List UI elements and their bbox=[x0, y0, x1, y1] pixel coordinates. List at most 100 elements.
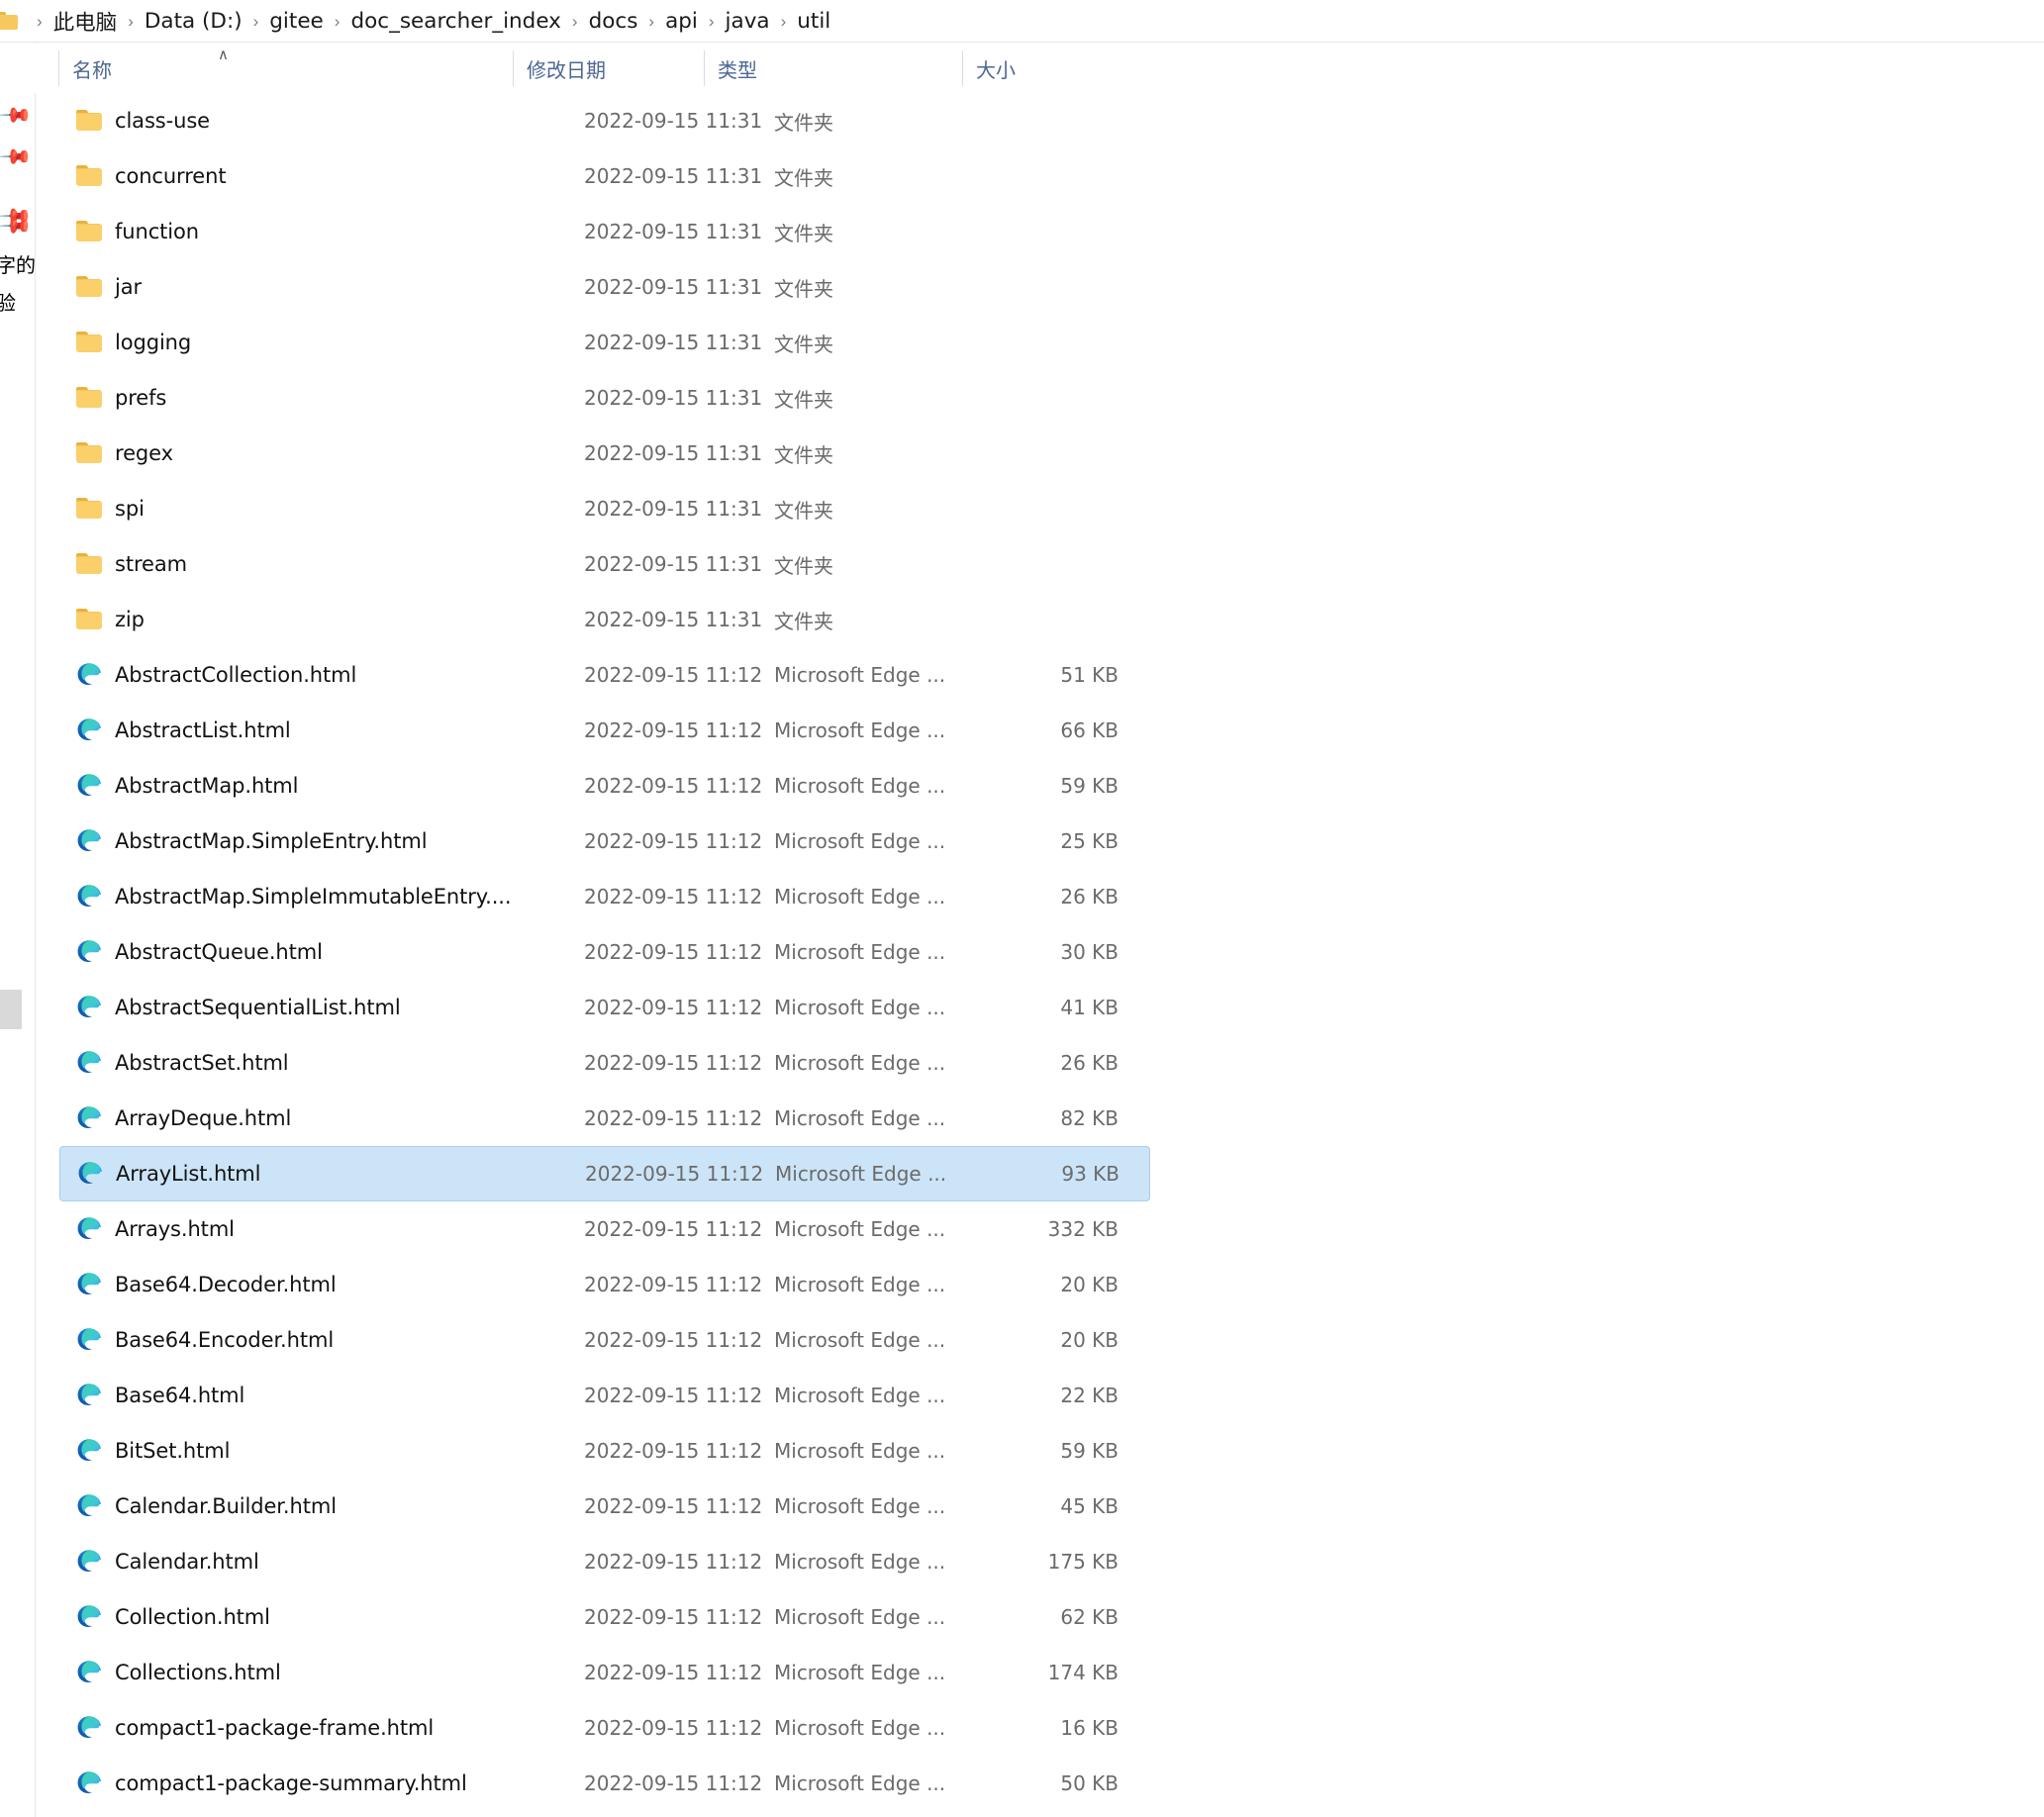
table-row[interactable]: regex 2022-09-15 11:31 文件夹 bbox=[59, 426, 1150, 481]
file-type-cell: Microsoft Edge ... bbox=[774, 663, 946, 687]
file-size-cell: 30 KB bbox=[1060, 940, 1119, 964]
breadcrumb-item-7[interactable]: util bbox=[795, 7, 832, 36]
breadcrumb-item-0[interactable]: 此电脑 bbox=[51, 4, 120, 39]
table-row[interactable]: Calendar.html 2022-09-15 11:12 Microsoft E… bbox=[59, 1534, 1150, 1589]
file-name-label: Base64.Decoder.html bbox=[115, 1273, 337, 1296]
column-header-name[interactable]: 名称 bbox=[58, 44, 513, 93]
file-size-cell: 59 KB bbox=[1060, 774, 1119, 798]
table-row[interactable]: function 2022-09-15 11:31 文件夹 bbox=[59, 204, 1150, 259]
file-name-cell: function bbox=[75, 218, 531, 245]
table-row[interactable]: AbstractSequentialList.html 2022-09-15 11… bbox=[59, 980, 1150, 1035]
file-date-cell: 2022-09-15 11:31 bbox=[584, 608, 763, 631]
folder-icon bbox=[75, 329, 103, 356]
breadcrumb-separator-icon: › bbox=[648, 11, 655, 31]
table-row[interactable]: spi 2022-09-15 11:31 文件夹 bbox=[59, 481, 1150, 536]
file-type-cell: Microsoft Edge ... bbox=[775, 1162, 947, 1186]
file-type-cell: 文件夹 bbox=[774, 387, 833, 412]
table-row[interactable]: AbstractCollection.html 2022-09-15 11:12 M… bbox=[59, 647, 1150, 703]
table-row[interactable]: jar 2022-09-15 11:31 文件夹 bbox=[59, 259, 1150, 315]
file-type-cell: 文件夹 bbox=[774, 332, 833, 356]
file-name-label: AbstractMap.SimpleEntry.html bbox=[115, 829, 428, 853]
breadcrumb-item-2[interactable]: gitee bbox=[267, 7, 326, 36]
file-date-cell: 2022-09-15 11:12 bbox=[584, 1605, 763, 1629]
edge-icon bbox=[75, 1271, 103, 1298]
file-date-cell: 2022-09-15 11:31 bbox=[584, 109, 763, 133]
table-row[interactable]: BitSet.html 2022-09-15 11:12 Microsoft Edg… bbox=[59, 1423, 1150, 1479]
table-row[interactable]: Calendar.Builder.html 2022-09-15 11:12 Mic… bbox=[59, 1479, 1150, 1534]
table-row[interactable]: AbstractSet.html 2022-09-15 11:12 Microsof… bbox=[59, 1035, 1150, 1091]
file-type-cell: Microsoft Edge ... bbox=[774, 1716, 946, 1740]
edge-icon bbox=[75, 1437, 103, 1465]
table-row[interactable]: ArrayDeque.html 2022-09-15 11:12 Microsoft… bbox=[59, 1091, 1150, 1146]
breadcrumb-item-4[interactable]: docs bbox=[587, 7, 640, 36]
table-row[interactable]: compact1-package-summary.html 2022-09-15 … bbox=[59, 1756, 1150, 1811]
file-name-cell: stream bbox=[75, 550, 531, 578]
file-name-label: concurrent bbox=[115, 164, 227, 188]
file-date-cell: 2022-09-15 11:12 bbox=[584, 1106, 763, 1130]
table-row[interactable]: Collection.html 2022-09-15 11:12 Microsoft… bbox=[59, 1589, 1150, 1645]
file-name-cell: AbstractSet.html bbox=[75, 1049, 531, 1077]
breadcrumb-item-6[interactable]: java bbox=[724, 7, 772, 36]
file-size-cell: 45 KB bbox=[1060, 1494, 1119, 1518]
file-name-label: AbstractSet.html bbox=[115, 1051, 289, 1075]
file-date-cell: 2022-09-15 11:31 bbox=[584, 497, 763, 521]
column-header-date[interactable]: 修改日期 bbox=[513, 44, 704, 93]
file-explorer-window: 📌 📌 📌 📌 字的 验 ›此电脑›Data (D:)›gitee›doc_se… bbox=[0, 0, 2044, 1817]
folder-icon bbox=[0, 12, 18, 30]
table-row[interactable]: AbstractList.html 2022-09-15 11:12 Microso… bbox=[59, 703, 1150, 758]
file-type-cell: Microsoft Edge ... bbox=[774, 1051, 946, 1075]
file-date-cell: 2022-09-15 11:12 bbox=[584, 1771, 763, 1795]
table-row[interactable]: Collections.html 2022-09-15 11:12 Microsof… bbox=[59, 1645, 1150, 1700]
file-size-cell: 20 KB bbox=[1060, 1328, 1119, 1352]
file-name-label: Base64.Encoder.html bbox=[115, 1328, 335, 1352]
edge-icon bbox=[75, 883, 103, 910]
table-row[interactable]: AbstractMap.SimpleImmutableEntry.... 2022… bbox=[59, 869, 1150, 924]
file-size-cell: 66 KB bbox=[1060, 718, 1119, 742]
file-date-cell: 2022-09-15 11:12 bbox=[584, 940, 763, 964]
file-list[interactable]: class-use 2022-09-15 11:31 文件夹 concurrent 20… bbox=[0, 93, 2044, 1817]
breadcrumb-item-5[interactable]: api bbox=[663, 7, 700, 36]
column-header-size[interactable]: 大小 bbox=[962, 44, 1091, 93]
file-name-cell: regex bbox=[75, 439, 531, 467]
file-date-cell: 2022-09-15 11:31 bbox=[584, 220, 763, 243]
breadcrumb-item-3[interactable]: doc_searcher_index bbox=[348, 7, 562, 36]
folder-icon bbox=[75, 162, 103, 190]
folder-icon bbox=[75, 550, 103, 578]
table-row[interactable]: AbstractQueue.html 2022-09-15 11:12 Micros… bbox=[59, 924, 1150, 980]
column-header-type[interactable]: 类型 bbox=[704, 44, 962, 93]
table-row[interactable]: class-use 2022-09-15 11:31 文件夹 bbox=[59, 93, 1150, 148]
file-type-cell: Microsoft Edge ... bbox=[774, 885, 946, 908]
file-name-cell: zip bbox=[75, 606, 531, 633]
breadcrumb[interactable]: › 此电脑 › Data (D:) › gitee › doc_searcher_index ›… bbox=[0, 0, 2044, 43]
file-type-cell: 文件夹 bbox=[774, 165, 833, 190]
table-row[interactable]: stream 2022-09-15 11:31 文件夹 bbox=[59, 536, 1150, 592]
breadcrumb-item-1[interactable]: Data (D:) bbox=[143, 7, 244, 36]
folder-icon bbox=[75, 107, 103, 135]
table-row[interactable]: Base64.Decoder.html 2022-09-15 11:12 Micro… bbox=[59, 1257, 1150, 1312]
file-size-cell: 51 KB bbox=[1060, 663, 1119, 687]
edge-icon bbox=[75, 1714, 103, 1742]
breadcrumb-separator-icon: › bbox=[128, 11, 134, 31]
file-name-cell: jar bbox=[75, 273, 531, 301]
file-type-cell: 文件夹 bbox=[774, 553, 833, 578]
file-size-cell: 26 KB bbox=[1060, 1051, 1119, 1075]
file-type-cell: Microsoft Edge ... bbox=[774, 1384, 946, 1407]
table-row[interactable]: prefs 2022-09-15 11:31 文件夹 bbox=[59, 370, 1150, 426]
table-row[interactable]: Base64.html 2022-09-15 11:12 Microsoft Edg… bbox=[59, 1368, 1150, 1423]
table-row[interactable]: logging 2022-09-15 11:31 文件夹 bbox=[59, 315, 1150, 370]
table-row[interactable]: Base64.Encoder.html 2022-09-15 11:12 Micro… bbox=[59, 1312, 1150, 1368]
breadcrumb-separator-icon: › bbox=[37, 11, 43, 31]
edge-icon bbox=[75, 772, 103, 800]
folder-icon bbox=[75, 439, 103, 467]
table-row[interactable]: zip 2022-09-15 11:31 文件夹 bbox=[59, 592, 1150, 647]
table-row[interactable]: Arrays.html 2022-09-15 11:12 Microsoft Edg… bbox=[59, 1201, 1150, 1257]
table-row[interactable]: compact1-package-frame.html 2022-09-15 11… bbox=[59, 1700, 1150, 1756]
table-row[interactable]: ArrayList.html 2022-09-15 11:12 Microsoft … bbox=[59, 1146, 1150, 1201]
file-name-label: Calendar.Builder.html bbox=[115, 1494, 337, 1518]
breadcrumb-separator-icon: › bbox=[571, 11, 578, 31]
file-type-cell: Microsoft Edge ... bbox=[774, 1106, 946, 1130]
table-row[interactable]: AbstractMap.SimpleEntry.html 2022-09-15 1… bbox=[59, 813, 1150, 869]
file-type-cell: Microsoft Edge ... bbox=[774, 718, 946, 742]
table-row[interactable]: AbstractMap.html 2022-09-15 11:12 Microsof… bbox=[59, 758, 1150, 813]
table-row[interactable]: concurrent 2022-09-15 11:31 文件夹 bbox=[59, 148, 1150, 204]
